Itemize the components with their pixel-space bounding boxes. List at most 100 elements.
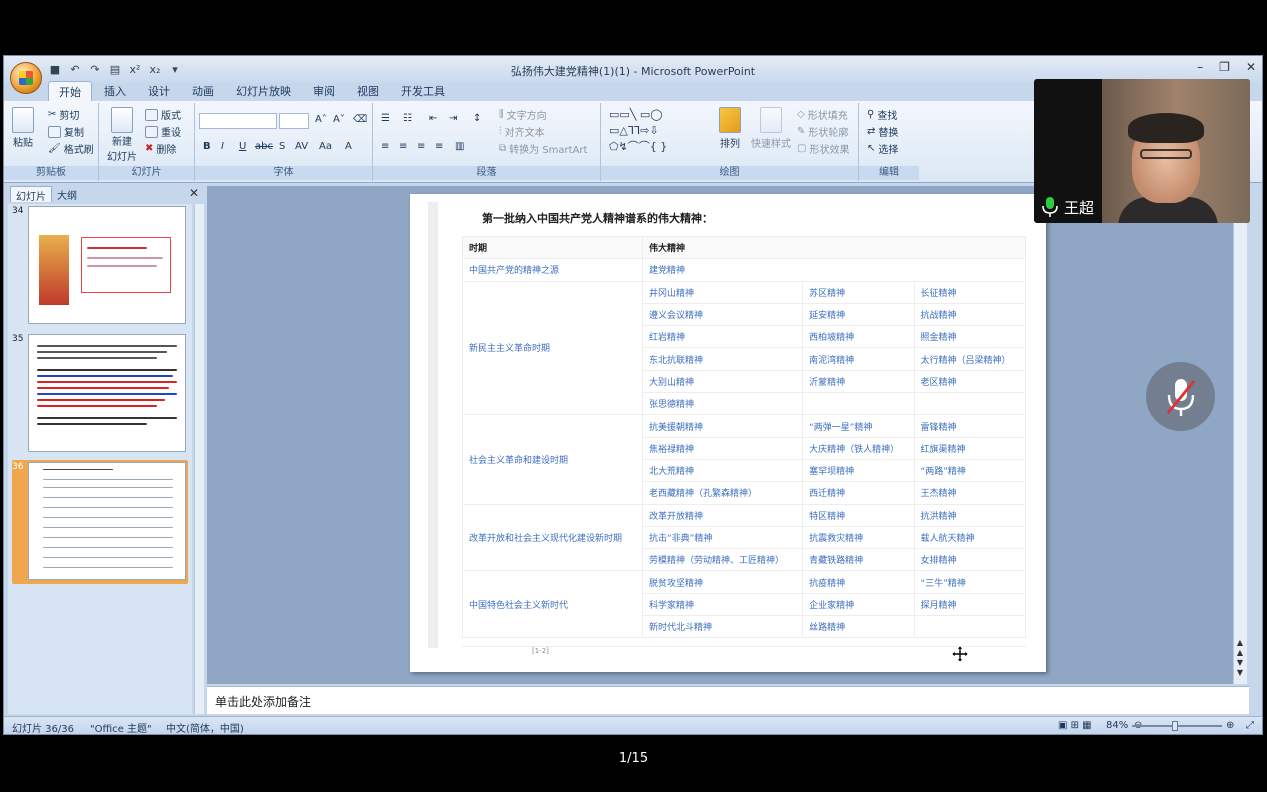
bold-icon[interactable]: B bbox=[203, 141, 211, 152]
spirit-cell: 青藏铁路精神 bbox=[802, 548, 915, 572]
numbering-icon[interactable]: ☷ bbox=[403, 113, 412, 124]
columns-icon[interactable]: ▥ bbox=[455, 141, 464, 152]
underline-icon[interactable]: U bbox=[239, 141, 246, 152]
tab-outline-pane[interactable]: 大纲 bbox=[52, 186, 82, 202]
zoom-level[interactable]: 84% bbox=[1106, 720, 1128, 731]
align-text-button[interactable]: ⫶ 对齐文本 bbox=[499, 124, 545, 139]
fit-window-icon[interactable]: ⤢ bbox=[1246, 720, 1254, 731]
video-tile[interactable]: 王超 bbox=[1034, 79, 1250, 223]
spirit-cell: 科学家精神 bbox=[641, 592, 804, 617]
spirit-cell: 红旗渠精神 bbox=[913, 436, 1027, 460]
shrink-font-icon[interactable]: A˅ bbox=[333, 114, 345, 125]
tab-home[interactable]: 开始 bbox=[48, 81, 92, 101]
shadow-icon[interactable]: S bbox=[279, 141, 285, 152]
zoom-slider[interactable] bbox=[1132, 721, 1222, 731]
period-cell: 改革开放和社会主义现代化建设新时期 bbox=[462, 503, 643, 572]
slide-thumbnail-36[interactable]: 36 bbox=[12, 460, 188, 584]
bullets-icon[interactable]: ☰ bbox=[381, 113, 390, 124]
tab-insert[interactable]: 插入 bbox=[94, 81, 136, 101]
tab-slideshow[interactable]: 幻灯片放映 bbox=[226, 81, 301, 101]
status-bar: 幻灯片 36/36 "Office 主题" 中文(简体，中国) ▣ ⊞ ▦ 84… bbox=[4, 716, 1262, 734]
font-color-icon[interactable]: A bbox=[345, 141, 352, 152]
spirit-cell: 抗战精神 bbox=[913, 302, 1027, 327]
spirit-cell: 女排精神 bbox=[913, 548, 1027, 572]
change-case-icon[interactable]: Aa bbox=[319, 141, 332, 152]
zoom-in-icon[interactable]: ⊕ bbox=[1226, 720, 1234, 731]
font-group: A˄ A˅ ⌫ B I U abc S AV Aa A 字体 bbox=[195, 103, 373, 181]
editor-scrollbar[interactable]: ▲ ▲ ▼ ▼ bbox=[1233, 186, 1247, 684]
tab-view[interactable]: 视图 bbox=[347, 81, 389, 101]
shapes-gallery-icon[interactable]: ▭▭╲ ▭◯ ▭△⅂⅂⇨⇩ ⬠↯⌒⌒{ } bbox=[609, 107, 709, 155]
close-icon[interactable]: ✕ bbox=[1246, 60, 1256, 74]
grow-font-icon[interactable]: A˄ bbox=[315, 114, 327, 125]
tab-animations[interactable]: 动画 bbox=[182, 81, 224, 101]
tab-review[interactable]: 审阅 bbox=[303, 81, 345, 101]
thumbnail-line bbox=[37, 399, 165, 401]
restore-icon[interactable]: ❐ bbox=[1219, 60, 1230, 74]
cut-button[interactable]: ✂ 剪切 bbox=[48, 107, 79, 122]
thumbnail-line bbox=[37, 345, 177, 347]
find-button[interactable]: ⚲ 查找 bbox=[867, 107, 897, 122]
new-slide-button[interactable]: 新建 幻灯片 bbox=[107, 107, 137, 163]
tab-slides-pane[interactable]: 幻灯片 bbox=[10, 186, 52, 203]
shape-outline-button[interactable]: ✎ 形状轮廓 bbox=[797, 124, 848, 139]
shape-fill-button[interactable]: ◇ 形状填充 bbox=[797, 107, 848, 122]
justify-icon[interactable]: ≡ bbox=[435, 141, 443, 152]
notes-pane[interactable]: 单击此处添加备注 bbox=[207, 686, 1249, 714]
reset-button[interactable]: 重设 bbox=[145, 124, 181, 139]
thumbnail-number: 34 bbox=[12, 206, 24, 216]
line-spacing-icon[interactable]: ↕ bbox=[473, 113, 481, 124]
spirit-cell: 井冈山精神 bbox=[641, 280, 804, 304]
period-cell: 社会主义革命和建设时期 bbox=[462, 414, 643, 505]
thumbnail-line bbox=[37, 393, 177, 395]
slide-thumbnail-35[interactable]: 35 bbox=[12, 332, 188, 456]
format-painter-button[interactable]: 🖌 格式刷 bbox=[48, 141, 94, 156]
spirit-cell: 载人航天精神 bbox=[913, 525, 1027, 550]
notes-placeholder: 单击此处添加备注 bbox=[215, 695, 312, 709]
clear-format-icon[interactable]: ⌫ bbox=[353, 114, 367, 125]
copy-icon bbox=[48, 125, 61, 138]
layout-button[interactable]: 版式 bbox=[145, 107, 181, 122]
minimize-icon[interactable]: – bbox=[1197, 60, 1203, 74]
slide-canvas[interactable]: 第一批纳入中国共产党人精神谱系的伟大精神： 时期 伟大精神 中国共产党的精神之源… bbox=[410, 194, 1046, 672]
pointer-icon: ↖ bbox=[867, 143, 876, 154]
select-button[interactable]: ↖ 选择 bbox=[867, 141, 898, 156]
shape-effects-button[interactable]: ▢ 形状效果 bbox=[797, 141, 849, 156]
spirit-table[interactable]: 时期 伟大精神 中国共产党的精神之源 建党精神 新民主主义革命时期 井冈山精神 苏区精神… bbox=[462, 235, 1027, 639]
arrange-button[interactable]: 排列 bbox=[719, 107, 741, 150]
strikethrough-icon[interactable]: abc bbox=[255, 141, 273, 152]
close-pane-icon[interactable]: ✕ bbox=[189, 186, 199, 200]
align-center-icon[interactable]: ≡ bbox=[399, 141, 407, 152]
thumbnail-scrollbar[interactable] bbox=[194, 204, 204, 714]
replace-button[interactable]: ⇄ 替换 bbox=[867, 124, 898, 139]
table-row: 中国特色社会主义新时代 脱贫攻坚精神 抗疫精神 “三牛”精神 bbox=[462, 570, 1027, 639]
table-body: 中国共产党的精神之源 建党精神 新民主主义革命时期 井冈山精神 苏区精神 长征精神 遵义会议… bbox=[462, 258, 1027, 639]
slide-thumbnail-34[interactable]: 34 bbox=[12, 204, 188, 328]
mute-button[interactable] bbox=[1146, 362, 1215, 431]
char-spacing-icon[interactable]: AV bbox=[295, 141, 308, 152]
thumbnail-line bbox=[43, 537, 173, 538]
office-button[interactable] bbox=[10, 62, 42, 94]
paste-button[interactable]: 粘贴 bbox=[12, 107, 34, 149]
tab-design[interactable]: 设计 bbox=[138, 81, 180, 101]
spirit-cell: 苏区精神 bbox=[802, 280, 915, 304]
font-size-combo[interactable] bbox=[279, 113, 309, 129]
slide-navigation-icon[interactable]: ▲ ▲ ▼ ▼ bbox=[1235, 638, 1245, 678]
align-right-icon[interactable]: ≡ bbox=[417, 141, 425, 152]
view-buttons[interactable]: ▣ ⊞ ▦ bbox=[1058, 720, 1092, 731]
zoom-slider-thumb[interactable] bbox=[1172, 721, 1178, 731]
quick-styles-icon bbox=[760, 107, 782, 133]
italic-icon[interactable]: I bbox=[221, 141, 224, 152]
decrease-indent-icon[interactable]: ⇤ bbox=[429, 113, 437, 124]
smartart-button[interactable]: ⧉ 转换为 SmartArt bbox=[499, 141, 587, 156]
tab-developer[interactable]: 开发工具 bbox=[391, 81, 455, 101]
increase-indent-icon[interactable]: ⇥ bbox=[449, 113, 457, 124]
font-name-combo[interactable] bbox=[199, 113, 277, 129]
copy-button[interactable]: 复制 bbox=[48, 124, 84, 139]
quick-styles-button[interactable]: 快速样式 bbox=[751, 107, 791, 150]
delete-slide-button[interactable]: ✖ 删除 bbox=[145, 141, 176, 156]
align-left-icon[interactable]: ≡ bbox=[381, 141, 389, 152]
thumbnail-line bbox=[43, 479, 173, 480]
spirit-cell: 雷锋精神 bbox=[913, 414, 1027, 438]
text-direction-button[interactable]: ⫼ 文字方向 bbox=[499, 107, 547, 122]
